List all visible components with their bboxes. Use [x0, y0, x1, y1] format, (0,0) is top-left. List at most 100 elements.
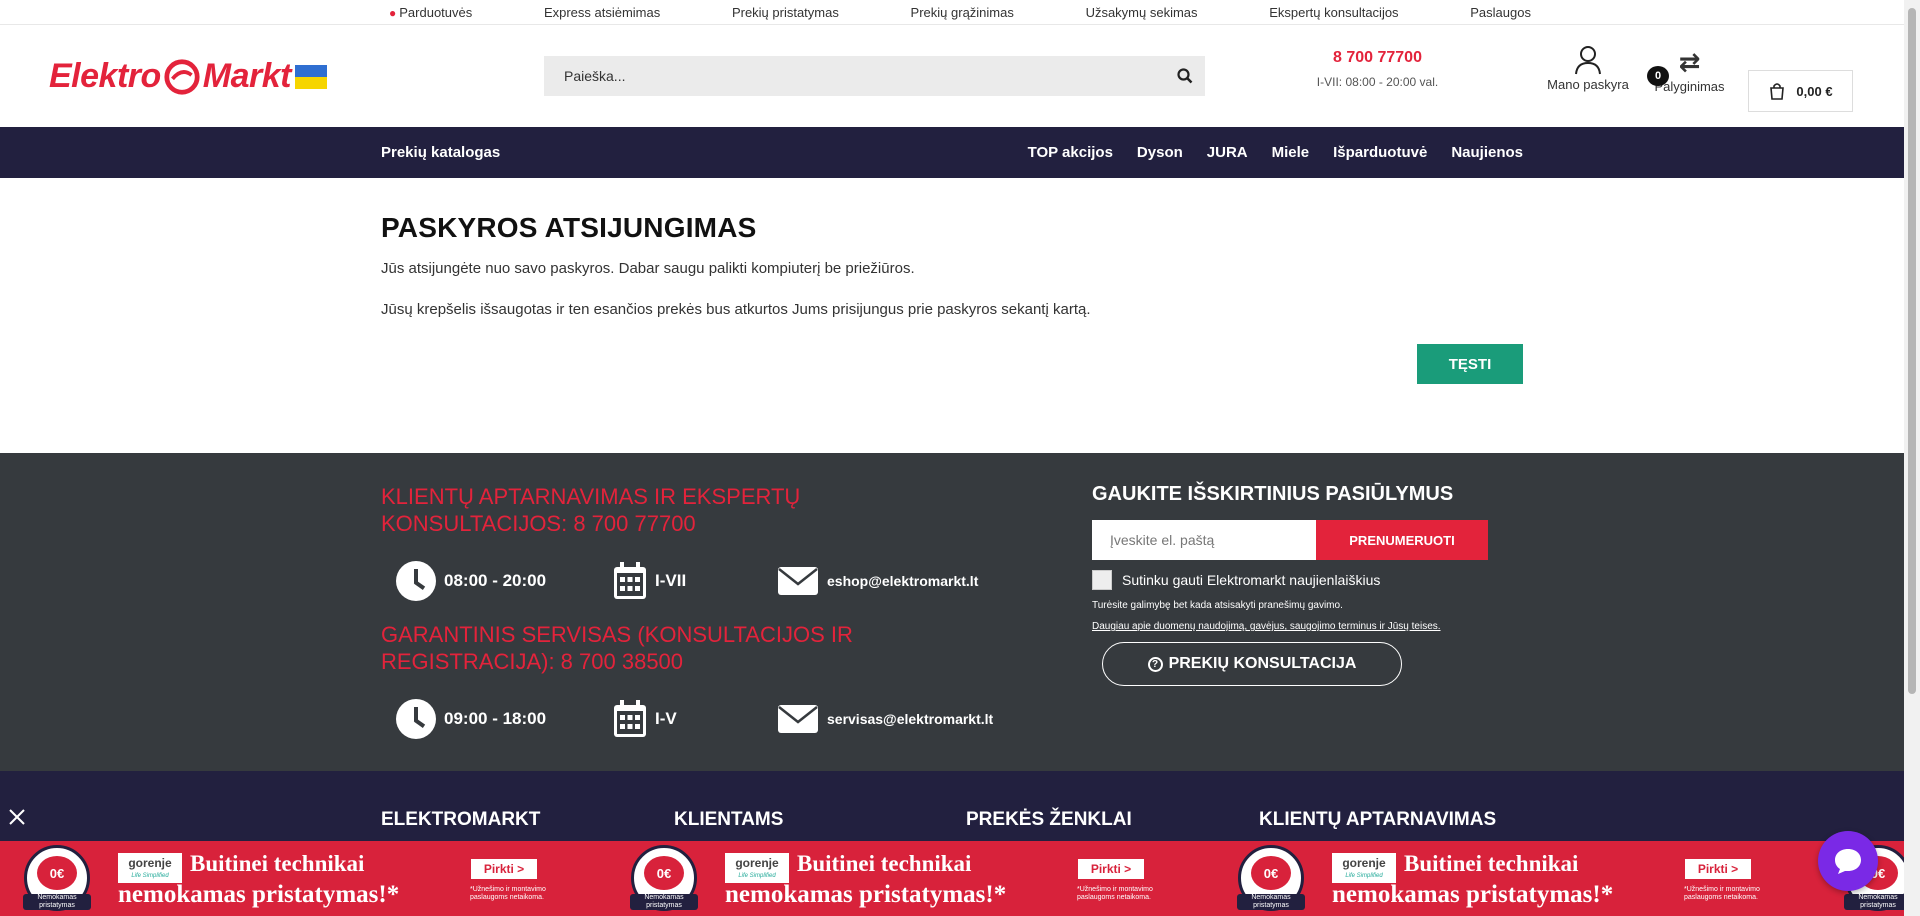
- footer-col-customer-service[interactable]: KLIENTŲ APTARNAVIMAS: [1259, 809, 1496, 831]
- envelope-icon: [778, 705, 818, 733]
- badge-price: 0€: [1251, 856, 1291, 890]
- badge-price: 0€: [37, 856, 77, 890]
- promo-line1: Buitinei technikai: [190, 851, 365, 876]
- warranty-service-row: 09:00 - 18:00 I-V servisas@elektromarkt.…: [381, 695, 993, 743]
- free-delivery-badge: 0€ Nemokamas pristatymas: [630, 845, 698, 911]
- contact-phone-block: 8 700 77700 I-VII: 08:00 - 20:00 val.: [1300, 49, 1455, 89]
- warranty-service-email[interactable]: servisas@elektromarkt.lt: [827, 711, 993, 727]
- cart-button[interactable]: 0,00 €: [1748, 70, 1853, 112]
- logout-content: PASKYROS ATSIJUNGIMAS Jūs atsijungėte nu…: [381, 178, 1523, 384]
- topbar-link-services[interactable]: Paslaugos: [1470, 5, 1531, 20]
- promo-footnote: *Užnešimo ir montavimo paslaugoms netaik…: [1077, 886, 1153, 901]
- promo-line2: nemokamas pristatymas!*: [725, 881, 1007, 908]
- customer-service-title: KLIENTŲ APTARNAVIMAS IR EKSPERTŲ KONSULT…: [381, 484, 801, 536]
- gorenje-logo: gorenje Life Simplified: [118, 853, 182, 883]
- footer-col-elektromarkt[interactable]: ELEKTROMARKT: [381, 809, 540, 831]
- chat-widget-button[interactable]: [1818, 831, 1878, 891]
- main-nav: Prekių katalogas TOP akcijos Dyson JURA …: [0, 127, 1904, 178]
- topbar-link-expert-consult[interactable]: Ekspertų konsultacijos: [1269, 5, 1398, 20]
- continue-button[interactable]: TĘSTI: [1417, 344, 1523, 384]
- my-account-button[interactable]: Mano paskyra: [1543, 45, 1633, 92]
- customer-service-row: 08:00 - 20:00 I-VII eshop@elektromarkt.l…: [381, 557, 978, 605]
- customer-service-hours: 08:00 - 20:00: [444, 571, 547, 590]
- promo-buy-button[interactable]: Pirkti >: [1078, 859, 1144, 879]
- newsletter-email-input[interactable]: [1092, 520, 1316, 560]
- site-logo[interactable]: Elektro Markt: [49, 57, 327, 96]
- footer-col-customers[interactable]: KLIENTAMS: [674, 809, 783, 831]
- page-title: PASKYROS ATSIJUNGIMAS: [381, 212, 757, 243]
- search-button[interactable]: [1165, 56, 1205, 96]
- topbar-link-stores[interactable]: ● Parduotuvės: [389, 5, 472, 20]
- search-icon: [1177, 68, 1193, 84]
- logo-text-left: Elektro: [49, 57, 161, 95]
- footer-contact-section: KLIENTŲ APTARNAVIMAS IR EKSPERTŲ KONSULT…: [0, 453, 1904, 771]
- calendar-icon: [614, 562, 646, 599]
- phone-number[interactable]: 8 700 77700: [1300, 49, 1455, 67]
- search-bar: [544, 56, 1205, 96]
- nav-item-top-deals[interactable]: TOP akcijos: [1028, 144, 1113, 161]
- nav-item-jura[interactable]: JURA: [1207, 144, 1248, 161]
- newsletter-title: GAUKITE IŠSKIRTINIUS PASIŪLYMUS: [1092, 483, 1454, 505]
- promo-buy-button[interactable]: Pirkti >: [1685, 859, 1751, 879]
- phone-hours: I-VII: 08:00 - 20:00 val.: [1316, 75, 1439, 89]
- search-input[interactable]: [544, 68, 1165, 84]
- promo-line2: nemokamas pristatymas!*: [1332, 881, 1614, 908]
- warranty-service-title: GARANTINIS SERVISAS (KONSULTACIJOS IR RE…: [381, 622, 853, 674]
- topbar-link-order-tracking[interactable]: Užsakymų sekimas: [1086, 5, 1198, 20]
- scrollbar-thumb[interactable]: [1908, 8, 1916, 694]
- promo-line1: Buitinei technikai: [1404, 851, 1579, 876]
- nav-catalog[interactable]: Prekių katalogas: [381, 144, 500, 161]
- promo-unit: 0€ Nemokamas pristatymas gorenje Life Sim…: [607, 841, 1214, 916]
- user-icon: [1575, 46, 1601, 75]
- warranty-service-hours: 09:00 - 18:00: [444, 709, 547, 728]
- promo-footnote: *Užnešimo ir montavimo paslaugoms netaik…: [470, 886, 546, 901]
- topbar-link-returns[interactable]: Prekių grąžinimas: [911, 5, 1014, 20]
- subscribe-button[interactable]: PRENUMERUOTI: [1316, 520, 1488, 560]
- envelope-icon: [778, 567, 818, 595]
- calendar-icon: [614, 700, 646, 737]
- site-header: Elektro Markt 8 700 77700 I-VII: 08:00 -…: [0, 25, 1920, 127]
- topbar-link-delivery[interactable]: Prekių pristatymas: [732, 5, 839, 20]
- unsubscribe-note: Turėsite galimybę bet kada atsisakyti pr…: [1092, 600, 1343, 611]
- compare-button[interactable]: 0 ⇄ Palyginimas: [1647, 45, 1732, 94]
- top-links-bar: ● Parduotuvės Express atsiėmimas Prekių p…: [0, 0, 1920, 25]
- free-delivery-badge: 0€ Nemokamas pristatymas: [23, 845, 91, 911]
- ukraine-flag-icon: [294, 64, 327, 89]
- clock-icon: [396, 699, 436, 739]
- badge-text: Nemokamas pristatymas: [1237, 894, 1305, 910]
- topbar-link-express[interactable]: Express atsiėmimas: [544, 5, 660, 20]
- badge-text: Nemokamas pristatymas: [630, 894, 698, 910]
- warranty-service-days: I-V: [655, 709, 677, 728]
- chat-bubble-icon: [1835, 849, 1861, 874]
- gorenje-logo: gorenje Life Simplified: [725, 853, 789, 883]
- promo-line1: Buitinei technikai: [797, 851, 972, 876]
- cart-saved-message: Jūsų krepšelis išsaugotas ir ten esančio…: [381, 301, 1091, 318]
- product-consultation-label: PREKIŲ KONSULTACIJA: [1168, 655, 1357, 672]
- logout-message: Jūs atsijungėte nuo savo paskyros. Dabar…: [381, 260, 915, 277]
- nav-item-miele[interactable]: Miele: [1272, 144, 1310, 161]
- newsletter-consent-label: Sutinku gauti Elektromarkt naujienlaiški…: [1122, 572, 1381, 588]
- page-scrollbar[interactable]: [1904, 0, 1920, 916]
- nav-item-outlet[interactable]: Išparduotuvė: [1333, 144, 1427, 161]
- gorenje-logo: gorenje Life Simplified: [1332, 853, 1396, 883]
- badge-text: Nemokamas pristatymas: [1844, 894, 1904, 910]
- product-consultation-button[interactable]: ? PREKIŲ KONSULTACIJA: [1102, 642, 1402, 686]
- footer-col-brands[interactable]: PREKĖS ŽENKLAI: [966, 809, 1132, 831]
- free-delivery-badge: 0€ Nemokamas pristatymas: [1237, 845, 1305, 911]
- nav-item-news[interactable]: Naujienos: [1451, 144, 1523, 161]
- badge-price: 0€: [644, 856, 684, 890]
- promo-banner[interactable]: 0€ Nemokamas pristatymas gorenje Life Sim…: [0, 841, 1904, 916]
- newsletter-consent-checkbox[interactable]: [1092, 570, 1112, 590]
- cart-total: 0,00 €: [1796, 83, 1833, 99]
- question-circle-icon: ?: [1147, 656, 1163, 672]
- promo-line2: nemokamas pristatymas!*: [118, 881, 400, 908]
- promo-unit: 0€ Nemokamas pristatymas gorenje Life Sim…: [1214, 841, 1821, 916]
- promo-buy-button[interactable]: Pirkti >: [471, 859, 537, 879]
- nav-item-dyson[interactable]: Dyson: [1137, 144, 1183, 161]
- logo-swirl-icon: [164, 58, 200, 95]
- customer-service-days: I-VII: [655, 571, 687, 590]
- promo-unit: 0€ Nemokamas pristatymas gorenje Life Sim…: [0, 841, 607, 916]
- customer-service-email[interactable]: eshop@elektromarkt.lt: [827, 573, 978, 589]
- close-icon[interactable]: [8, 808, 26, 826]
- privacy-info-link[interactable]: Daugiau apie duomenų naudojimą, gavėjus,…: [1092, 621, 1512, 632]
